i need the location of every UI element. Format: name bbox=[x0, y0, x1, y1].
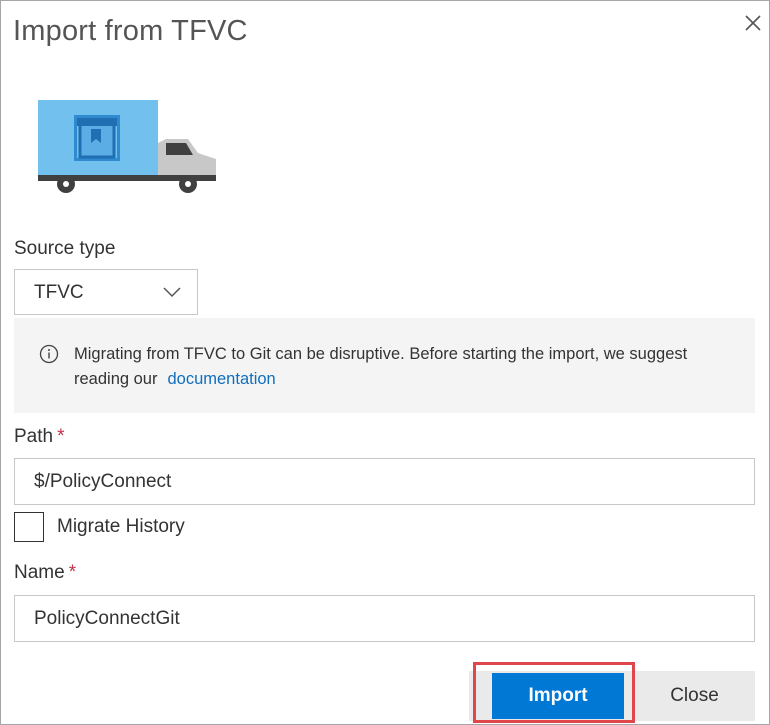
name-input[interactable] bbox=[14, 595, 755, 642]
info-message: Migrating from TFVC to Git can be disrup… bbox=[14, 318, 755, 413]
import-button[interactable]: Import bbox=[492, 673, 624, 719]
info-icon bbox=[39, 344, 59, 364]
close-icon[interactable] bbox=[741, 11, 765, 35]
dialog-title: Import from TFVC bbox=[13, 15, 248, 47]
path-label: Path * bbox=[14, 426, 65, 448]
path-input[interactable] bbox=[14, 458, 755, 505]
source-type-dropdown[interactable]: TFVC bbox=[14, 269, 198, 315]
info-text: Migrating from TFVC to Git can be disrup… bbox=[74, 342, 734, 392]
path-label-text: Path bbox=[14, 426, 54, 447]
chevron-down-icon bbox=[163, 287, 181, 298]
source-type-label: Source type bbox=[14, 238, 116, 259]
name-label: Name * bbox=[14, 562, 76, 584]
close-button[interactable]: Close bbox=[634, 673, 755, 719]
name-required-mark: * bbox=[68, 562, 77, 583]
name-label-text: Name bbox=[14, 562, 65, 583]
info-message-text: Migrating from TFVC to Git can be disrup… bbox=[74, 345, 688, 388]
import-dialog: Import from TFVC Source type TFVC Migrat… bbox=[0, 0, 770, 725]
migrate-history-checkbox[interactable] bbox=[14, 512, 44, 542]
truck-illustration bbox=[38, 100, 216, 193]
migrate-history-label: Migrate History bbox=[57, 516, 185, 537]
path-required-mark: * bbox=[57, 426, 65, 447]
documentation-link[interactable]: documentation bbox=[167, 370, 275, 388]
source-type-value: TFVC bbox=[34, 282, 84, 303]
